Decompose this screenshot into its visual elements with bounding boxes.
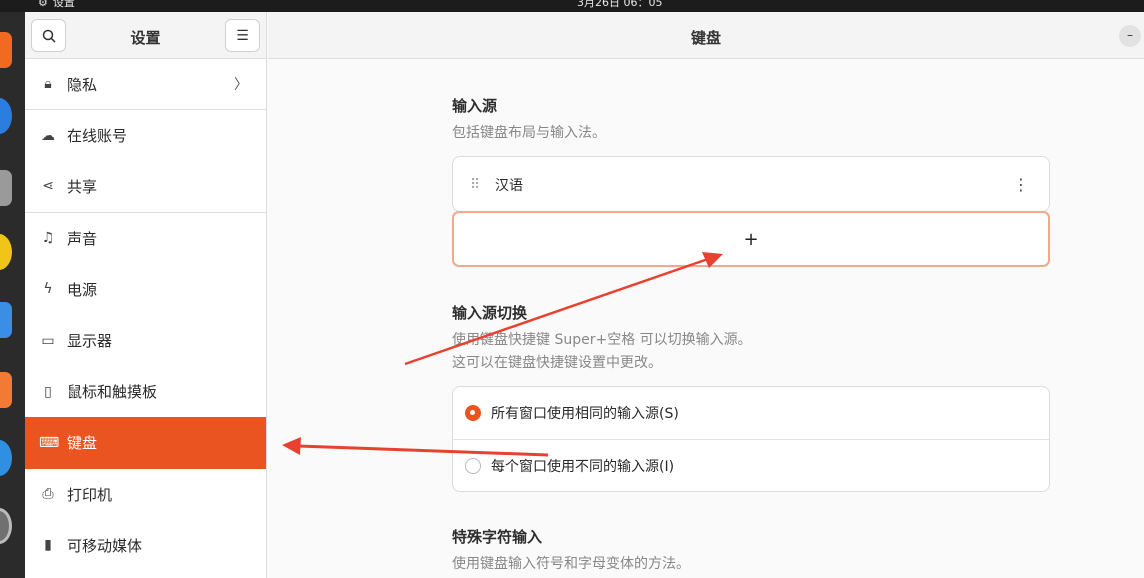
radio-option-label: 所有窗口使用相同的输入源(S) — [491, 406, 679, 422]
radio-unchecked-icon[interactable] — [465, 457, 481, 474]
software-icon[interactable] — [0, 372, 12, 408]
drag-handle-icon[interactable]: ⠿ — [470, 177, 480, 193]
input-switching-description-2: 这可以在键盘快捷键设置中更改。 — [452, 355, 662, 371]
main-header: 键盘 – — [268, 12, 1144, 59]
sidebar-item-printers[interactable]: ⎙ 打印机 — [25, 469, 266, 520]
active-app-menu[interactable]: ⚙ 设置 — [38, 0, 75, 10]
special-chars-description: 使用键盘输入符号和字母变体的方法。 — [452, 556, 690, 572]
sidebar-item-label: 共享 — [67, 177, 98, 196]
music-note-icon: ♫ — [41, 230, 55, 247]
clock[interactable]: 3月26日 06：05 — [577, 0, 663, 10]
rhythmbox-icon[interactable] — [0, 234, 12, 270]
sidebar-item-label: 隐私 — [67, 75, 98, 94]
gear-icon: ⚙ — [38, 0, 48, 9]
sidebar-item-mouse-touchpad[interactable]: ▯ 鼠标和触摸板 — [25, 366, 266, 417]
help-icon[interactable] — [0, 440, 12, 476]
mouse-icon: ▯ — [44, 383, 52, 400]
main-menu-button[interactable]: ☰ — [225, 19, 260, 52]
input-source-row[interactable]: ⠿ 汉语 ⋮ — [453, 157, 1049, 211]
sidebar-item-label: 打印机 — [67, 485, 113, 504]
sidebar-item-label: 可移动媒体 — [67, 536, 143, 555]
sidebar-item-power[interactable]: ϟ 电源 — [25, 264, 266, 315]
sidebar-item-label: 在线账号 — [67, 127, 128, 146]
radio-option-per-window[interactable]: 每个窗口使用不同的输入源(I) — [453, 439, 1049, 491]
firefox-icon[interactable] — [0, 32, 12, 68]
sidebar-header: 设置 ☰ — [25, 12, 266, 59]
sidebar-item-label: 电源 — [67, 280, 98, 299]
chevron-right-icon: 〉 — [234, 77, 248, 94]
files-icon[interactable] — [0, 170, 12, 206]
input-sources-description: 包括键盘布局与输入法。 — [452, 125, 606, 141]
radio-option-label: 每个窗口使用不同的输入源(I) — [491, 458, 675, 475]
minimize-icon: – — [1127, 28, 1133, 42]
input-switching-options: 所有窗口使用相同的输入源(S) 每个窗口使用不同的输入源(I) — [452, 386, 1050, 492]
input-switching-description-1: 使用键盘快捷键 Super+空格 可以切换输入源。 — [452, 332, 752, 348]
sidebar-item-removable-media[interactable]: ▮ 可移动媒体 — [25, 520, 266, 571]
sidebar-item-keyboard[interactable]: ⌨ 键盘 — [25, 417, 266, 469]
sidebar-item-privacy[interactable]: 🔒︎ 隐私 〉 — [25, 59, 266, 111]
input-sources-list: ⠿ 汉语 ⋮ — [452, 156, 1050, 212]
sidebar-item-label: 声音 — [67, 229, 98, 248]
lock-icon: 🔒︎ — [44, 76, 52, 93]
cloud-icon: ☁ — [41, 127, 55, 144]
input-source-label: 汉语 — [495, 178, 523, 194]
removable-media-icon: ▮ — [44, 537, 52, 554]
keyboard-settings-panel: 输入源 包括键盘布局与输入法。 ⠿ 汉语 ⋮ + 输入源切换 使用键盘快捷键 S… — [268, 59, 1144, 578]
more-options-icon[interactable]: ⋮ — [1013, 175, 1029, 194]
thunderbird-icon[interactable] — [0, 98, 12, 134]
page-title: 键盘 — [690, 29, 721, 47]
sidebar-list: 🔒︎ 隐私 〉 ☁ 在线账号 ⋖ 共享 ♫ 声音 ϟ 电源 ▭ 显示器 ▯ 鼠标… — [25, 59, 266, 571]
sidebar-item-label: 鼠标和触摸板 — [67, 383, 158, 402]
active-app-name: 设置 — [52, 0, 75, 9]
power-icon: ϟ — [43, 281, 53, 298]
sidebar-item-online-accounts[interactable]: ☁ 在线账号 — [25, 110, 266, 161]
hamburger-icon: ☰ — [236, 27, 249, 44]
share-icon: ⋖ — [42, 178, 54, 195]
sidebar-item-label: 键盘 — [67, 434, 98, 453]
display-icon: ▭ — [41, 332, 55, 349]
radio-checked-icon[interactable] — [465, 405, 481, 421]
sidebar-item-label: 显示器 — [67, 332, 113, 351]
writer-icon[interactable] — [0, 302, 12, 338]
add-input-source-button[interactable]: + — [452, 211, 1050, 267]
sidebar-item-sound[interactable]: ♫ 声音 — [25, 213, 266, 264]
settings-icon[interactable] — [0, 508, 12, 544]
input-sources-title: 输入源 — [452, 97, 498, 115]
top-bar: ⚙ 设置 3月26日 06：05 — [0, 0, 1144, 12]
sidebar: 设置 ☰ 🔒︎ 隐私 〉 ☁ 在线账号 ⋖ 共享 ♫ 声音 ϟ 电源 ▭ 显示器 — [25, 12, 267, 578]
special-chars-title: 特殊字符输入 — [452, 528, 543, 546]
sidebar-item-sharing[interactable]: ⋖ 共享 — [25, 161, 266, 213]
printer-icon: ⎙ — [42, 486, 54, 503]
keyboard-icon: ⌨ — [39, 434, 60, 451]
sidebar-item-displays[interactable]: ▭ 显示器 — [25, 315, 266, 366]
plus-icon: + — [743, 228, 759, 250]
radio-option-same-source[interactable]: 所有窗口使用相同的输入源(S) — [453, 387, 1049, 439]
dock — [0, 12, 25, 578]
input-switching-title: 输入源切换 — [452, 304, 528, 322]
minimize-button[interactable]: – — [1119, 25, 1141, 47]
